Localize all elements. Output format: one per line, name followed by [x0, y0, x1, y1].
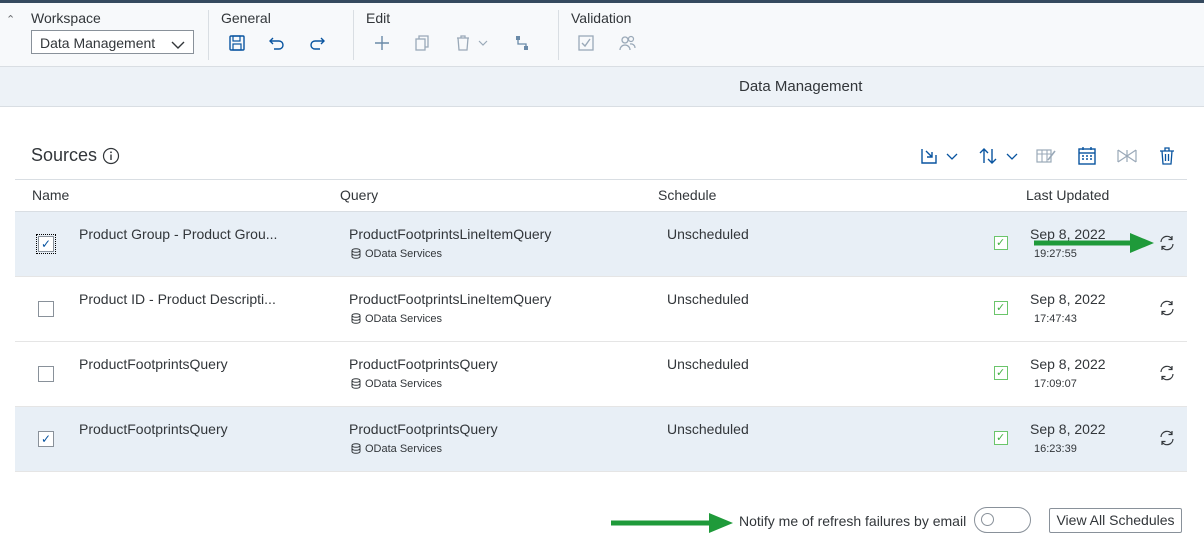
column-header-query[interactable]: Query: [340, 187, 378, 203]
lineage-icon[interactable]: [1116, 145, 1138, 167]
source-type-label: OData Services: [365, 378, 443, 390]
import-icon[interactable]: [918, 145, 940, 167]
status-ok-icon: ✓: [994, 301, 1008, 315]
source-query: ProductFootprintsQuery: [349, 421, 498, 437]
last-updated-date: Sep 8, 2022: [1030, 291, 1106, 307]
trash-icon[interactable]: [1156, 145, 1178, 167]
source-name: Product ID - Product Descripti...: [79, 291, 276, 307]
annotation-arrow-icon: [1034, 231, 1156, 260]
last-updated-time: 17:09:07: [1034, 378, 1077, 390]
refresh-icon[interactable]: [1158, 299, 1176, 317]
table-row[interactable]: ✓ Product Group - Product Grou... Produc…: [15, 212, 1187, 277]
collapse-toolbar-icon[interactable]: ⌃: [6, 13, 15, 26]
sort-icon[interactable]: [977, 145, 999, 167]
save-icon[interactable]: [227, 33, 247, 53]
edit-label: Edit: [366, 10, 391, 26]
add-icon[interactable]: [372, 33, 392, 53]
row-checkbox[interactable]: ✓: [36, 234, 56, 254]
chevron-down-icon[interactable]: [477, 36, 489, 48]
source-type: OData Services: [351, 248, 442, 262]
refresh-icon[interactable]: [1158, 429, 1176, 447]
notify-refresh-failures-label: Notify me of refresh failures by email: [739, 513, 967, 529]
source-query: ProductFootprintsQuery: [349, 356, 498, 372]
table-row[interactable]: ✓ ProductFootprintsQuery ProductFootprin…: [15, 407, 1187, 472]
users-icon[interactable]: [617, 33, 637, 53]
copy-icon[interactable]: [412, 33, 432, 53]
source-type: OData Services: [351, 378, 442, 392]
status-ok-icon: ✓: [994, 431, 1008, 445]
toolbar-divider: [558, 10, 559, 60]
database-icon: [351, 313, 361, 327]
source-type-label: OData Services: [365, 443, 443, 455]
undo-icon[interactable]: [267, 33, 287, 53]
status-ok-icon: ✓: [994, 366, 1008, 380]
table-row[interactable]: ProductFootprintsQuery ProductFootprints…: [15, 342, 1187, 407]
source-type: OData Services: [351, 313, 442, 327]
database-icon: [351, 248, 361, 262]
source-type: OData Services: [351, 443, 442, 457]
source-name: ProductFootprintsQuery: [79, 421, 228, 437]
sources-table: Name Query Schedule Last Updated ✓ Produ…: [15, 179, 1187, 472]
database-icon: [351, 443, 361, 457]
page-title: Data Management: [739, 78, 863, 95]
row-checkbox[interactable]: [38, 366, 54, 382]
chevron-down-icon[interactable]: [945, 145, 959, 167]
workspace-select[interactable]: Data Management: [31, 30, 194, 54]
column-header-last-updated[interactable]: Last Updated: [1026, 187, 1109, 203]
chevron-down-icon: [171, 37, 185, 55]
row-checkbox[interactable]: ✓: [38, 431, 54, 447]
toolbar: ⌃ Workspace Data Management General Edit…: [0, 3, 1204, 67]
source-type-label: OData Services: [365, 248, 443, 260]
source-schedule: Unscheduled: [667, 226, 749, 242]
last-updated-date: Sep 8, 2022: [1030, 421, 1106, 437]
source-query: ProductFootprintsLineItemQuery: [349, 291, 552, 307]
view-all-schedules-button[interactable]: View All Schedules: [1049, 508, 1182, 533]
edit-table-icon[interactable]: [1035, 145, 1057, 167]
validation-label: Validation: [571, 10, 632, 26]
validate-checkbox-icon[interactable]: [576, 33, 596, 53]
source-schedule: Unscheduled: [667, 356, 749, 372]
row-checkbox[interactable]: [38, 301, 54, 317]
column-header-name[interactable]: Name: [32, 187, 69, 203]
last-updated-time: 16:23:39: [1034, 443, 1077, 455]
status-ok-icon: ✓: [994, 236, 1008, 250]
checkmark-icon: ✓: [41, 237, 52, 251]
refresh-icon[interactable]: [1158, 234, 1176, 252]
hierarchy-icon[interactable]: [512, 33, 532, 53]
redo-icon[interactable]: [307, 33, 327, 53]
source-type-label: OData Services: [365, 313, 443, 325]
source-name: ProductFootprintsQuery: [79, 356, 228, 372]
source-query: ProductFootprintsLineItemQuery: [349, 226, 552, 242]
subheader-bar: Data Management: [0, 67, 1204, 107]
source-name: Product Group - Product Grou...: [79, 226, 278, 242]
checkmark-icon: ✓: [41, 432, 52, 446]
last-updated-time: 17:47:43: [1034, 313, 1077, 325]
calendar-icon[interactable]: [1076, 145, 1098, 167]
table-row[interactable]: Product ID - Product Descripti... Produc…: [15, 277, 1187, 342]
toolbar-divider: [208, 10, 209, 60]
toggle-knob: [981, 513, 994, 526]
table-header: Name Query Schedule Last Updated: [15, 179, 1187, 212]
annotation-arrow-icon: [611, 511, 735, 540]
general-label: General: [221, 10, 271, 26]
notify-email-toggle[interactable]: [974, 507, 1031, 533]
chevron-down-icon[interactable]: [1005, 145, 1019, 167]
delete-icon[interactable]: [453, 33, 473, 53]
workspace-label: Workspace: [31, 10, 101, 26]
database-icon: [351, 378, 361, 392]
info-icon[interactable]: [102, 147, 120, 165]
sources-title: Sources: [31, 145, 98, 165]
last-updated-date: Sep 8, 2022: [1030, 356, 1106, 372]
source-schedule: Unscheduled: [667, 421, 749, 437]
workspace-select-value: Data Management: [40, 35, 156, 51]
column-header-schedule[interactable]: Schedule: [658, 187, 716, 203]
toolbar-divider: [353, 10, 354, 60]
source-schedule: Unscheduled: [667, 291, 749, 307]
refresh-icon[interactable]: [1158, 364, 1176, 382]
